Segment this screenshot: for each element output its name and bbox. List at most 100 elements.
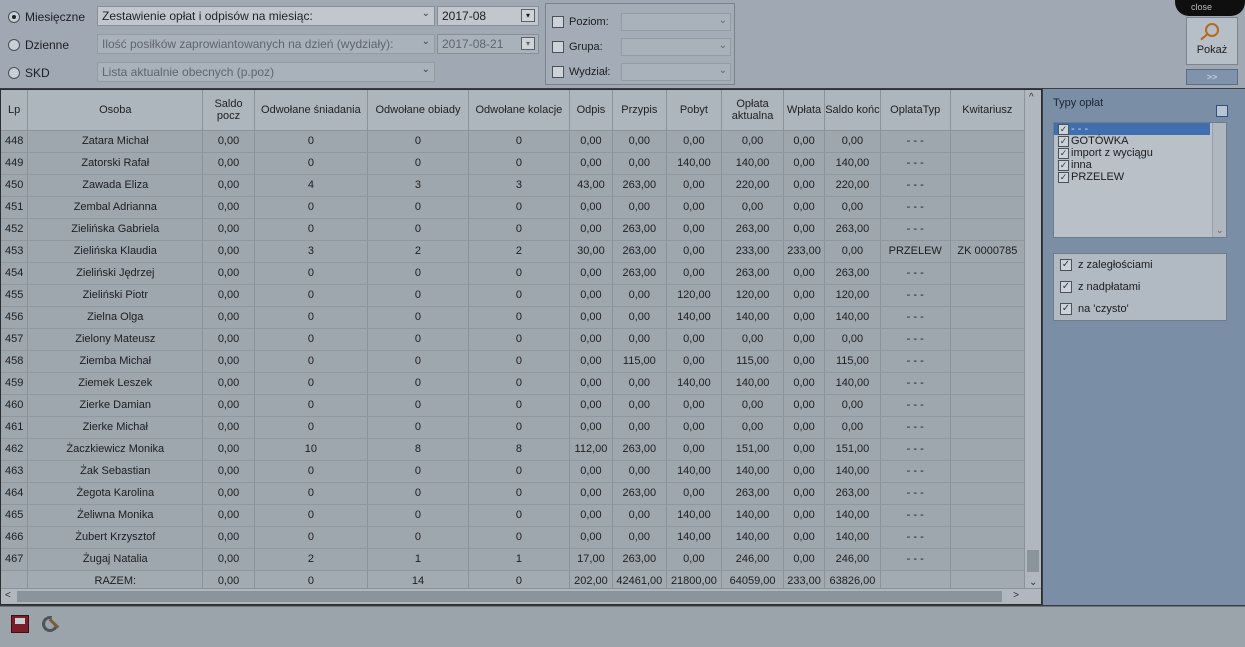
column-header[interactable]: Odwołane obiady — [367, 90, 469, 131]
balance-option-checkbox[interactable]: ✓ — [1060, 281, 1072, 293]
save-button[interactable] — [8, 612, 32, 636]
radio-monthly[interactable]: Miesięczne — [8, 7, 85, 27]
daily-report-select[interactable]: Ilość posiłków zaprowiantowanych na dzie… — [97, 34, 435, 54]
show-button[interactable]: Pokaż — [1186, 17, 1238, 65]
filter-dept-checkbox[interactable] — [552, 66, 564, 78]
table-cell: 0,00 — [202, 394, 255, 417]
payment-type-checkbox[interactable]: ✓ — [1058, 147, 1069, 159]
more-button-label: >> — [1206, 72, 1218, 82]
month-date-picker[interactable]: 2017-08 ▾ — [437, 6, 539, 26]
filter-level-select[interactable]: ⌄ — [621, 13, 731, 31]
chevron-down-icon[interactable]: ⌄ — [1216, 225, 1224, 236]
filter-dept-select[interactable]: ⌄ — [621, 63, 731, 81]
table-row[interactable]: 467 Żugaj Natalia 0,00 2 1 1 17,00 263,00 0,00 24… — [1, 548, 1026, 571]
table-row[interactable]: 453 Zielińska Klaudia 0,00 3 2 2 30,00 263,00 0,… — [1, 240, 1026, 263]
column-header[interactable]: Odwołane śniadania — [254, 90, 369, 131]
column-header[interactable]: Przypis — [612, 90, 667, 131]
radio-daily-indicator[interactable] — [8, 39, 20, 51]
table-row[interactable]: 461 Zierke Michał 0,00 0 0 0 0,00 0,00 0,00 0,00 0… — [1, 416, 1026, 439]
table-cell: 0 — [367, 306, 469, 329]
payment-type-label: inna — [1071, 159, 1092, 171]
payment-type-item[interactable]: ✓ - - - — [1054, 123, 1210, 135]
table-row[interactable]: 455 Zieliński Piotr 0,00 0 0 0 0,00 0,00 120,00 1… — [1, 284, 1026, 307]
column-header[interactable]: Saldo końc — [824, 90, 881, 131]
column-header[interactable]: OplataTyp — [880, 90, 951, 131]
scroll-thumb[interactable] — [1027, 550, 1039, 572]
day-date-picker[interactable]: 2017-08-21 ▾ — [437, 34, 539, 54]
column-header[interactable]: Opłata aktualna — [721, 90, 784, 131]
radio-daily[interactable]: Dzienne — [8, 35, 83, 55]
table-cell: 115,00 — [721, 350, 784, 373]
table-row[interactable]: 452 Zielińska Gabriela 0,00 0 0 0 0,00 263,00 0,… — [1, 218, 1026, 241]
table-cell: - - - — [880, 284, 951, 307]
horizontal-scrollbar[interactable]: < > — [1, 588, 1041, 604]
table-cell: 4 — [254, 174, 369, 197]
table-row[interactable]: 458 Ziemba Michał 0,00 0 0 0 0,00 115,00 0,00 115… — [1, 350, 1026, 373]
table-row[interactable]: 459 Ziemek Leszek 0,00 0 0 0 0,00 0,00 140,00 140… — [1, 372, 1026, 395]
table-row[interactable]: 464 Żegota Karolina 0,00 0 0 0 0,00 263,00 0,00 2… — [1, 482, 1026, 505]
balance-option-checkbox[interactable]: ✓ — [1060, 259, 1072, 271]
payment-type-checkbox[interactable]: ✓ — [1058, 123, 1069, 135]
radio-skd-indicator[interactable] — [8, 67, 20, 79]
column-header[interactable]: Wpłata — [783, 90, 826, 131]
table-cell: 0,00 — [569, 526, 614, 549]
payment-type-checkbox[interactable]: ✓ — [1058, 135, 1069, 147]
radio-skd[interactable]: SKD — [8, 63, 83, 83]
table-row[interactable]: 457 Zielony Mateusz 0,00 0 0 0 0,00 0,00 0,00 0,0… — [1, 328, 1026, 351]
filter-level-checkbox[interactable] — [552, 16, 564, 28]
table-row[interactable]: 448 Zatara Michał 0,00 0 0 0 0,00 0,00 0,00 0,00 0… — [1, 130, 1026, 153]
fees-grid[interactable]: Lp Osoba Saldo pocz Odwołane śniadania Odwoł… — [0, 89, 1042, 605]
column-header[interactable]: Saldo pocz — [202, 90, 255, 131]
select-all-types-checkbox[interactable] — [1216, 105, 1228, 117]
payment-type-item[interactable]: ✓ PRZELEW — [1054, 171, 1226, 183]
calendar-icon[interactable]: ▾ — [521, 37, 535, 50]
balance-option-checkbox[interactable]: ✓ — [1060, 303, 1072, 315]
table-row[interactable]: 456 Zielna Olga 0,00 0 0 0 0,00 0,00 140,00 140,0… — [1, 306, 1026, 329]
table-row[interactable]: 449 Zatorski Rafał 0,00 0 0 0 0,00 0,00 140,00 14… — [1, 152, 1026, 175]
payment-type-item[interactable]: ✓ inna — [1054, 159, 1226, 171]
table-row[interactable]: 450 Zawada Eliza 0,00 4 3 3 43,00 263,00 0,00 220… — [1, 174, 1026, 197]
table-row[interactable]: 454 Zieliński Jędrzej 0,00 0 0 0 0,00 263,00 0,0… — [1, 262, 1026, 285]
payment-type-checkbox[interactable]: ✓ — [1058, 171, 1069, 183]
skd-report-select[interactable]: Lista aktualnie obecnych (p.poz) ⌄ — [97, 62, 435, 82]
table-row[interactable]: 460 Zierke Damian 0,00 0 0 0 0,00 0,00 0,00 0,00 0… — [1, 394, 1026, 417]
close-tab[interactable]: close — [1175, 0, 1245, 16]
vertical-scrollbar[interactable]: ^ ⌄ — [1024, 90, 1041, 590]
tools-button[interactable] — [38, 612, 62, 636]
column-header[interactable]: Osoba — [27, 90, 204, 131]
table-row[interactable]: 463 Żak Sebastian 0,00 0 0 0 0,00 0,00 140,00 140… — [1, 460, 1026, 483]
table-row[interactable]: 462 Żaczkiewicz Monika 0,00 10 8 8 112,00 263,0… — [1, 438, 1026, 461]
filter-group-checkbox[interactable] — [552, 41, 564, 53]
balance-option[interactable]: ✓ na 'czysto' — [1054, 298, 1226, 320]
column-header[interactable]: Lp — [1, 90, 29, 131]
calendar-icon[interactable]: ▾ — [521, 9, 535, 22]
table-cell: 140,00 — [824, 372, 881, 395]
payment-type-item[interactable]: ✓ import z wyciągu — [1054, 147, 1226, 159]
chevron-up-icon[interactable]: ^ — [1029, 92, 1034, 103]
payment-type-item[interactable]: ✓ GOTÓWKA — [1054, 135, 1226, 147]
balance-option[interactable]: ✓ z zaległościami — [1054, 254, 1226, 276]
payment-type-checkbox[interactable]: ✓ — [1058, 159, 1069, 171]
chevron-down-icon[interactable]: ⌄ — [1029, 577, 1037, 588]
column-header[interactable]: Pobyt — [666, 90, 723, 131]
radio-monthly-indicator[interactable] — [8, 11, 20, 23]
chevron-left-icon[interactable]: < — [5, 590, 11, 601]
column-header[interactable]: Odwołane kolacje — [468, 90, 570, 131]
table-cell: 0 — [468, 526, 570, 549]
monthly-report-select[interactable]: Zestawienie opłat i odpisów na miesiąc: ⌄ — [97, 6, 435, 26]
table-cell: 0 — [254, 152, 369, 175]
more-button[interactable]: >> — [1186, 69, 1238, 85]
table-row[interactable]: 466 Żubert Krzysztof 0,00 0 0 0 0,00 0,00 140,00… — [1, 526, 1026, 549]
filter-group-select[interactable]: ⌄ — [621, 38, 731, 56]
hscroll-thumb[interactable] — [17, 591, 1002, 602]
table-cell: 0 — [254, 306, 369, 329]
table-cell: - - - — [880, 504, 951, 527]
table-row[interactable]: 451 Zembal Adrianna 0,00 0 0 0 0,00 0,00 0,00 0,0… — [1, 196, 1026, 219]
types-scrollbar[interactable]: ⌄ — [1212, 123, 1226, 237]
balance-option[interactable]: ✓ z nadpłatami — [1054, 276, 1226, 298]
column-header[interactable]: Kwitariusz — [950, 90, 1026, 131]
column-header[interactable]: Odpis — [569, 90, 614, 131]
chevron-right-icon[interactable]: > — [1013, 590, 1019, 601]
payment-types-list[interactable]: ✓ - - - ✓ GOTÓWKA ✓ import z wyciągu ✓ inna ✓ PRZ… — [1053, 122, 1227, 238]
table-row[interactable]: 465 Żeliwna Monika 0,00 0 0 0 0,00 0,00 140,00 14… — [1, 504, 1026, 527]
